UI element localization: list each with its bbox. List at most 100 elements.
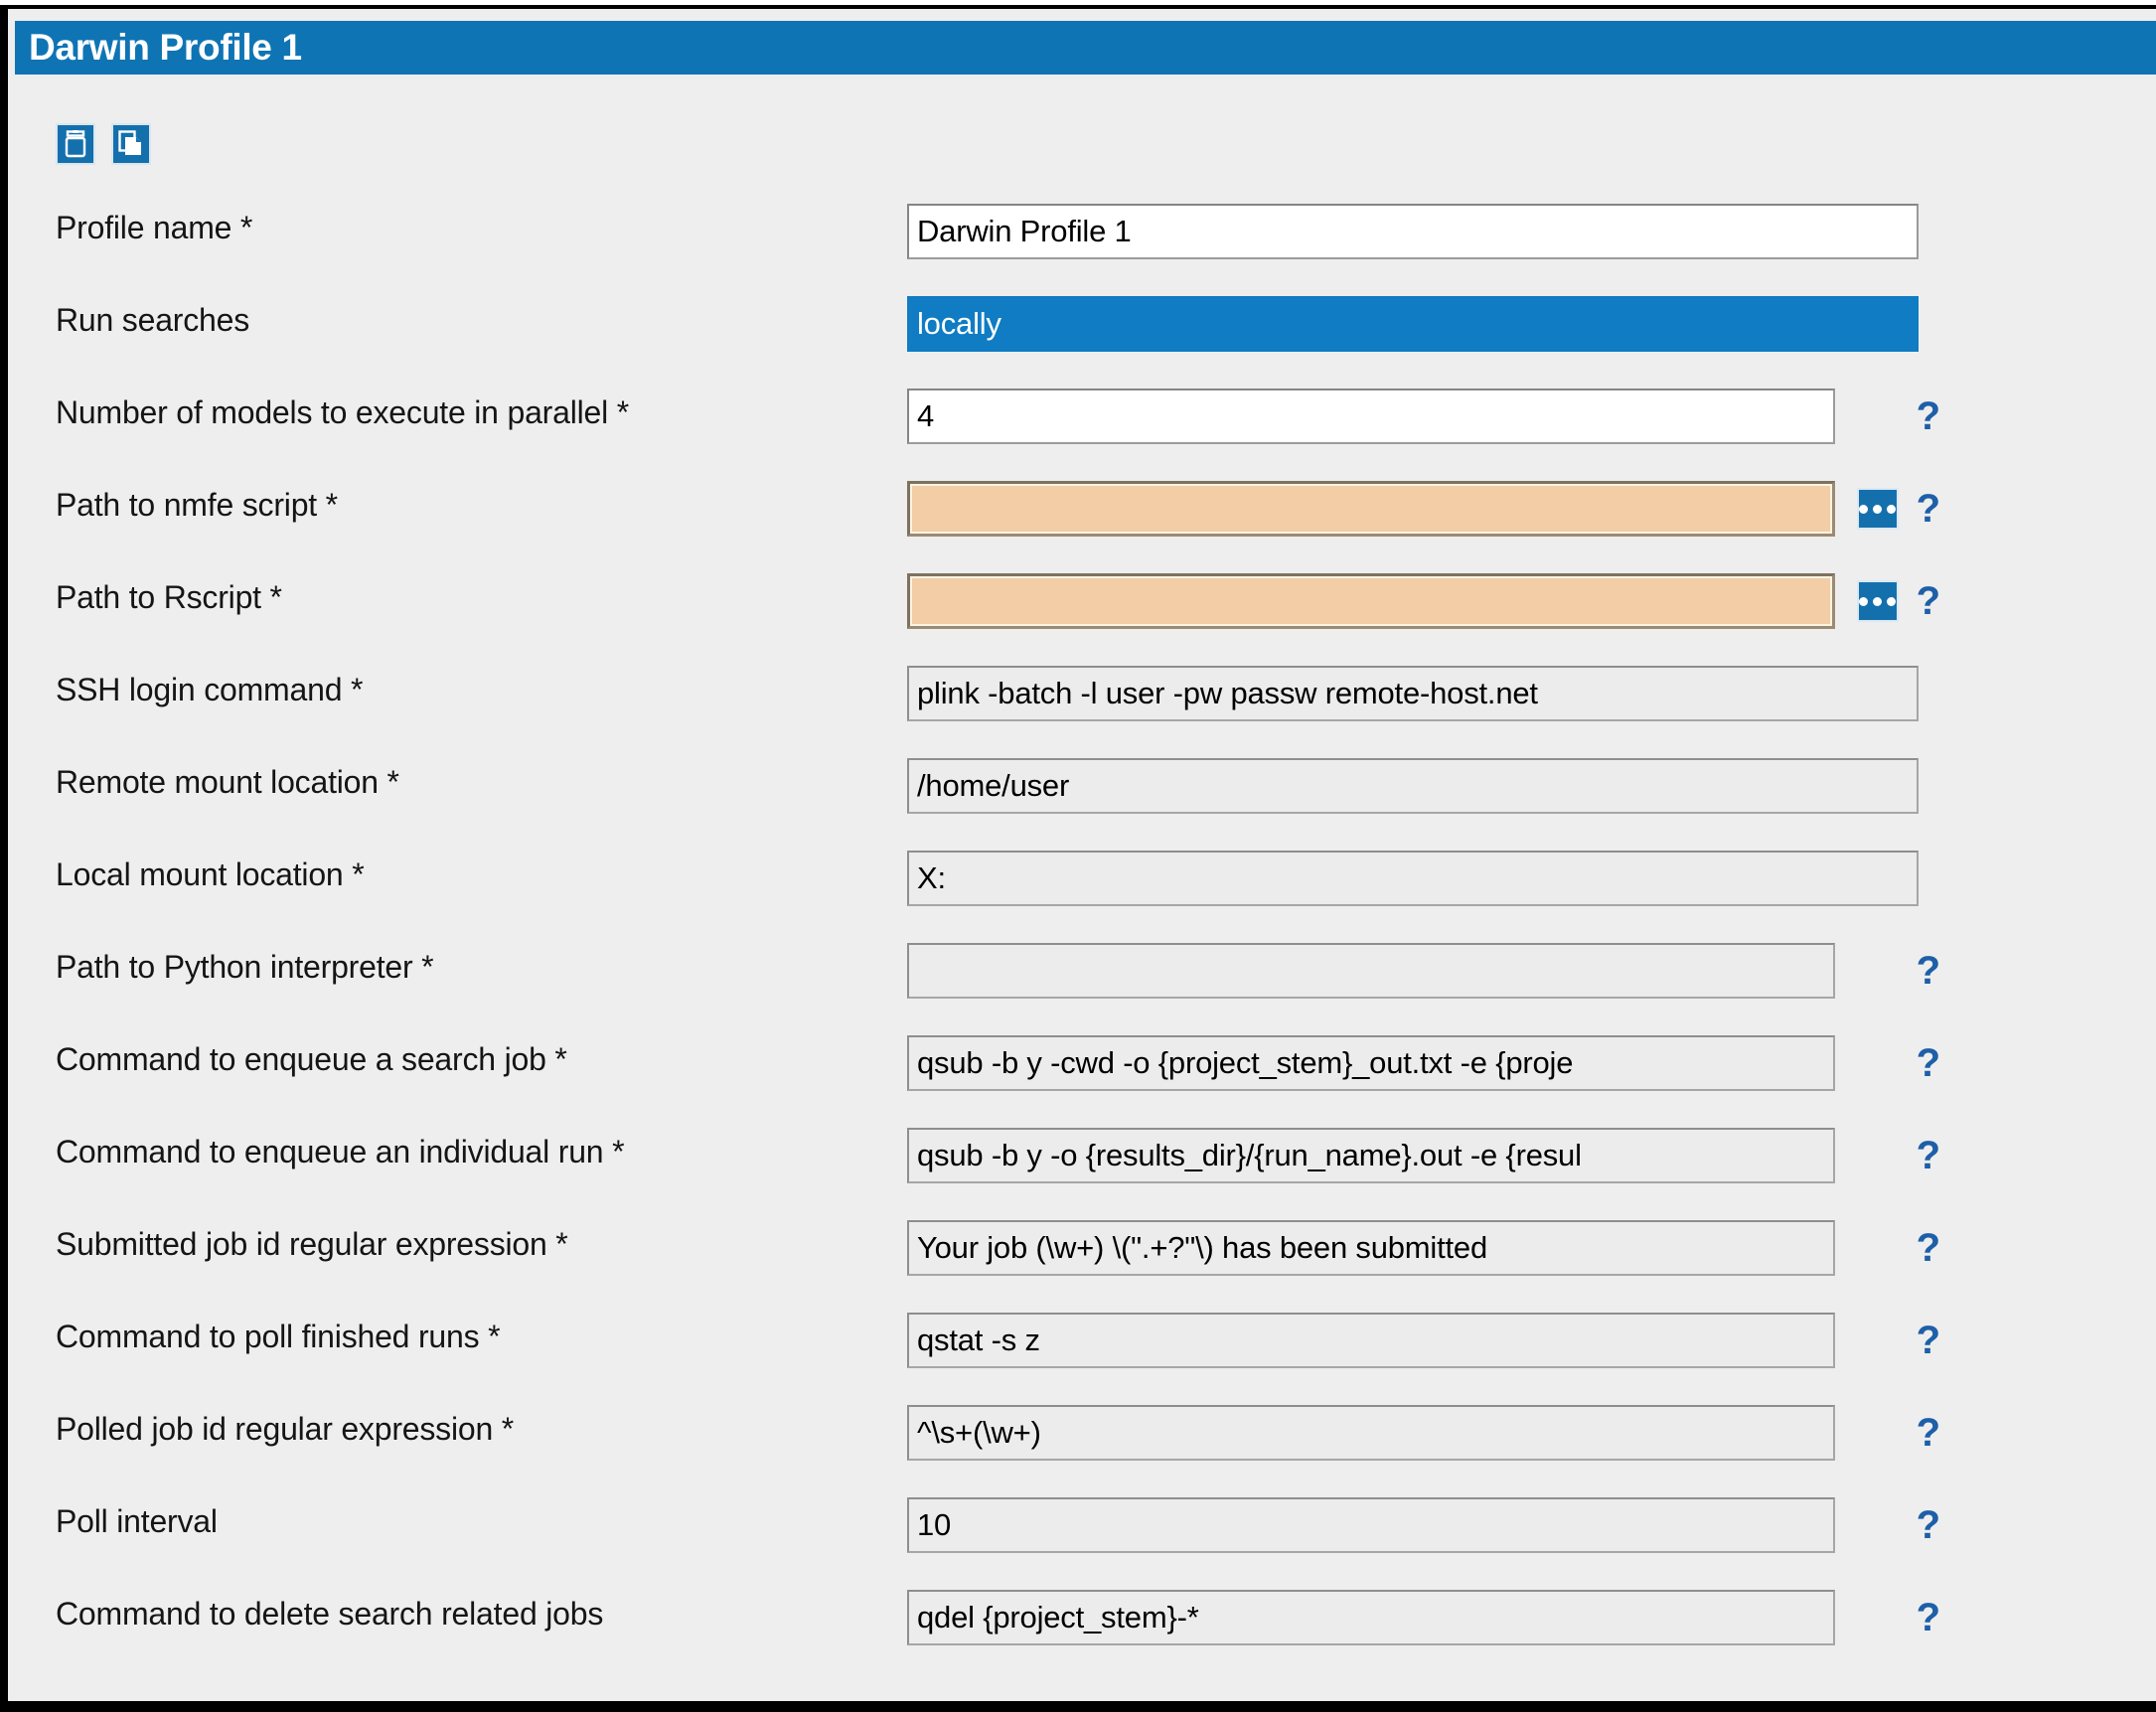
path-to-rscript-icons: ? [1856,573,1940,629]
ellipsis-dot-icon [1873,596,1883,606]
poll-interval-input[interactable]: 10 [907,1497,1835,1553]
application-frame: Darwin Profile 1 Profile name * Darwin P… [0,0,2156,1712]
remote-mount-location-input[interactable]: /home/user [907,758,1919,814]
path-to-nmfe-script-browse-button[interactable] [1856,488,1899,530]
command-delete-search-jobs-field-wrapper: qdel {project_stem}-*? [907,1590,1940,1645]
command-enqueue-search-job-field-wrapper: qsub -b y -cwd -o {project_stem}_out.txt… [907,1035,1940,1091]
path-to-nmfe-script-field-wrapper: ? [907,481,1940,537]
poll-interval-label: Poll interval [56,1503,218,1539]
local-mount-location-input[interactable]: X: [907,851,1919,906]
path-to-python-interpreter-field-wrapper: ? [907,943,1940,999]
command-enqueue-individual-run-input[interactable]: qsub -b y -o {results_dir}/{run_name}.ou… [907,1128,1835,1183]
form-row-path-to-nmfe-script: Path to nmfe script *? [8,481,2156,573]
models-in-parallel-label: Number of models to execute in parallel … [56,394,629,430]
command-enqueue-search-job-input[interactable]: qsub -b y -cwd -o {project_stem}_out.txt… [907,1035,1835,1091]
form-row-profile-name: Profile name * Darwin Profile 1 [8,204,2156,296]
path-to-nmfe-script-label: Path to nmfe script * [56,487,338,523]
path-to-python-interpreter-icons: ? [1857,943,1940,999]
path-to-nmfe-script-input[interactable] [907,481,1835,537]
form-row-local-mount-location: Local mount location * X: [8,851,2156,943]
path-to-nmfe-script-help-icon[interactable]: ? [1917,488,1940,530]
local-mount-location-field-wrapper: X: [907,851,1940,906]
submitted-job-id-regex-field-wrapper: Your job (\w+) \(".+?"\) has been submit… [907,1220,1940,1276]
path-to-rscript-input[interactable] [907,573,1835,629]
run-searches-input[interactable]: locally [907,296,1919,352]
polled-job-id-regex-input[interactable]: ^\s+(\w+) [907,1405,1835,1461]
command-poll-finished-runs-label: Command to poll finished runs * [56,1319,501,1354]
form-row-polled-job-id-regex: Polled job id regular expression * ^\s+(\… [8,1405,2156,1497]
form-row-submitted-job-id-regex: Submitted job id regular expression * You… [8,1220,2156,1313]
remote-mount-location-label: Remote mount location * [56,764,399,800]
copy-profile-button[interactable] [111,123,151,165]
polled-job-id-regex-label: Polled job id regular expression * [56,1411,515,1447]
local-mount-location-label: Local mount location * [56,856,365,892]
submitted-job-id-regex-icons: ? [1857,1220,1940,1276]
form-row-command-delete-search-jobs: Command to delete search related jobs qde… [8,1590,2156,1682]
command-delete-search-jobs-help-icon[interactable]: ? [1917,1597,1940,1638]
run-searches-label: Run searches [56,302,250,338]
command-enqueue-search-job-icons: ? [1857,1035,1940,1091]
ellipsis-dot-icon [1887,596,1897,606]
command-delete-search-jobs-input[interactable]: qdel {project_stem}-* [907,1590,1835,1645]
ssh-login-command-field-wrapper: plink -batch -l user -pw passw remote-ho… [907,666,1940,721]
form-row-run-searches: Run searches locally [8,296,2156,389]
command-enqueue-individual-run-help-icon[interactable]: ? [1917,1135,1940,1176]
form-row-models-in-parallel: Number of models to execute in parallel … [8,389,2156,481]
command-poll-finished-runs-input[interactable]: qstat -s z [907,1313,1835,1368]
profile-form: Profile name * Darwin Profile 1 Run search… [8,204,2156,1682]
models-in-parallel-help-icon[interactable]: ? [1917,395,1940,437]
profile-toolbar [56,123,151,165]
polled-job-id-regex-field-wrapper: ^\s+(\w+)? [907,1405,1940,1461]
window-title-bar: Darwin Profile 1 [15,21,2156,75]
ellipsis-dot-icon [1873,504,1883,514]
profile-name-label: Profile name * [56,210,253,245]
polled-job-id-regex-icons: ? [1857,1405,1940,1461]
trash-icon [64,130,87,158]
command-enqueue-individual-run-icons: ? [1857,1128,1940,1183]
submitted-job-id-regex-help-icon[interactable]: ? [1917,1227,1940,1269]
ellipsis-dot-icon [1859,504,1869,514]
copy-icon [118,130,144,158]
models-in-parallel-input[interactable]: 4 [907,389,1835,444]
remote-mount-location-field-wrapper: /home/user [907,758,1940,814]
profile-panel: Darwin Profile 1 Profile name * Darwin P… [8,9,2156,1701]
path-to-rscript-field-wrapper: ? [907,573,1940,629]
run-searches-field-wrapper: locally [907,296,1940,352]
submitted-job-id-regex-input[interactable]: Your job (\w+) \(".+?"\) has been submit… [907,1220,1835,1276]
form-row-ssh-login-command: SSH login command * plink -batch -l user … [8,666,2156,758]
path-to-rscript-help-icon[interactable]: ? [1917,580,1940,622]
profile-name-field-wrapper: Darwin Profile 1 [907,204,1940,259]
page-title: Darwin Profile 1 [29,27,302,68]
poll-interval-icons: ? [1857,1497,1940,1553]
models-in-parallel-field-wrapper: 4? [907,389,1940,444]
path-to-python-interpreter-help-icon[interactable]: ? [1917,950,1940,992]
path-to-python-interpreter-label: Path to Python interpreter * [56,949,434,985]
poll-interval-field-wrapper: 10? [907,1497,1940,1553]
form-row-command-poll-finished-runs: Command to poll finished runs * qstat -s … [8,1313,2156,1405]
profile-name-input[interactable]: Darwin Profile 1 [907,204,1919,259]
command-poll-finished-runs-field-wrapper: qstat -s z? [907,1313,1940,1368]
polled-job-id-regex-help-icon[interactable]: ? [1917,1412,1940,1454]
command-enqueue-search-job-help-icon[interactable]: ? [1917,1042,1940,1084]
form-row-path-to-python-interpreter: Path to Python interpreter *? [8,943,2156,1035]
bottom-border-rule [0,1701,2156,1712]
command-delete-search-jobs-label: Command to delete search related jobs [56,1596,604,1632]
ssh-login-command-input[interactable]: plink -batch -l user -pw passw remote-ho… [907,666,1919,721]
form-row-command-enqueue-search-job: Command to enqueue a search job * qsub -b… [8,1035,2156,1128]
form-row-path-to-rscript: Path to Rscript *? [8,573,2156,666]
command-poll-finished-runs-icons: ? [1857,1313,1940,1368]
poll-interval-help-icon[interactable]: ? [1917,1504,1940,1546]
path-to-rscript-browse-button[interactable] [1856,580,1899,622]
path-to-python-interpreter-input[interactable] [907,943,1835,999]
command-poll-finished-runs-help-icon[interactable]: ? [1917,1320,1940,1361]
command-enqueue-search-job-label: Command to enqueue a search job * [56,1041,567,1077]
delete-profile-button[interactable] [56,123,95,165]
ellipsis-dot-icon [1859,596,1869,606]
form-row-remote-mount-location: Remote mount location * /home/user [8,758,2156,851]
command-enqueue-individual-run-field-wrapper: qsub -b y -o {results_dir}/{run_name}.ou… [907,1128,1940,1183]
ellipsis-dot-icon [1887,504,1897,514]
form-row-command-enqueue-individual-run: Command to enqueue an individual run * qs… [8,1128,2156,1220]
ssh-login-command-label: SSH login command * [56,672,364,707]
path-to-rscript-label: Path to Rscript * [56,579,282,615]
command-delete-search-jobs-icons: ? [1857,1590,1940,1645]
